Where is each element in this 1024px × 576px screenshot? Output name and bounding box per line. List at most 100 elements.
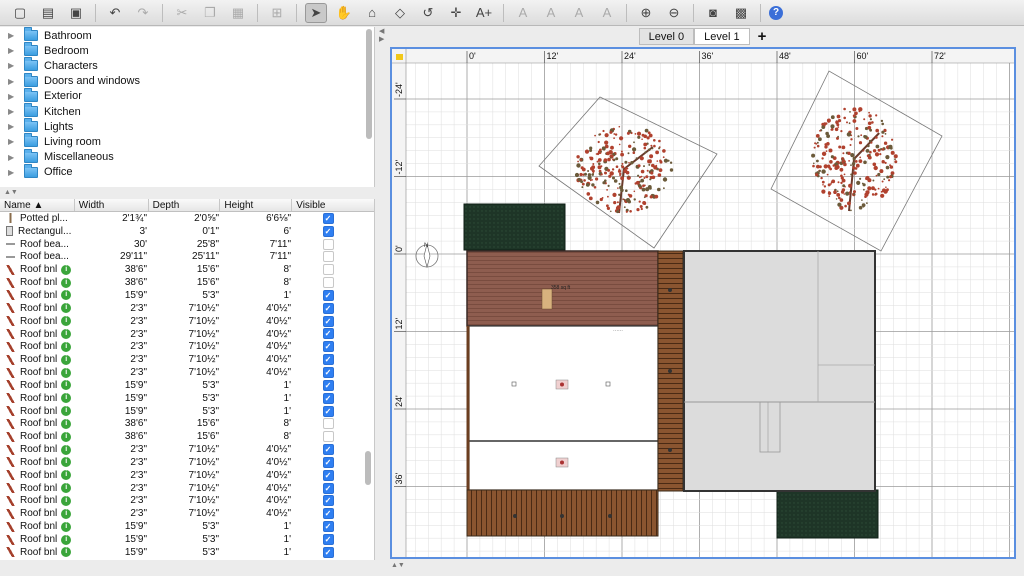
create-walls-icon[interactable]: ⌂ bbox=[361, 3, 383, 23]
visible-checkbox[interactable]: ✓ bbox=[322, 469, 334, 481]
visible-checkbox[interactable] bbox=[322, 431, 334, 443]
table-row[interactable]: Roof bnl i 2'3" 7'10½" 4'0½" ✓ bbox=[0, 456, 374, 469]
visible-checkbox[interactable]: ✓ bbox=[322, 392, 334, 404]
catalog-category-characters[interactable]: ▶ Characters bbox=[0, 57, 374, 73]
tab-level-0[interactable]: Level 0 bbox=[638, 28, 695, 45]
table-row[interactable]: Roof bnl i 15'9" 5'3" 1' ✓ bbox=[0, 379, 374, 392]
horizontal-split-handle[interactable]: ▲▼ bbox=[0, 188, 376, 198]
deck-bottom[interactable] bbox=[466, 489, 659, 537]
table-row[interactable]: Roof bnl i 15'9" 5'3" 1' ✓ bbox=[0, 533, 374, 546]
text-increase-icon[interactable]: A bbox=[540, 3, 562, 23]
right-building[interactable] bbox=[683, 250, 876, 492]
expand-arrow-icon[interactable]: ▶ bbox=[8, 77, 20, 86]
expand-arrow-icon[interactable]: ▶ bbox=[8, 122, 20, 131]
catalog-category-office[interactable]: ▶ Office bbox=[0, 163, 374, 180]
catalog-category-kitchen[interactable]: ▶ Kitchen bbox=[0, 103, 374, 119]
hedge-top-left[interactable] bbox=[463, 203, 566, 251]
visible-checkbox[interactable]: ✓ bbox=[322, 302, 334, 314]
add-text-icon[interactable]: A+ bbox=[473, 3, 495, 23]
visible-checkbox[interactable] bbox=[322, 238, 334, 250]
expand-arrow-icon[interactable]: ▶ bbox=[8, 46, 20, 55]
table-row[interactable]: Roof bnl i 15'9" 5'3" 1' ✓ bbox=[0, 520, 374, 533]
table-row[interactable]: Roof bnl i 15'9" 5'3" 1' ✓ bbox=[0, 546, 374, 559]
table-row[interactable]: Roof bnl i 2'3" 7'10½" 4'0½" ✓ bbox=[0, 366, 374, 379]
text-style-icon[interactable]: A bbox=[512, 3, 534, 23]
visible-checkbox[interactable]: ✓ bbox=[322, 533, 334, 545]
table-row[interactable]: Roof bnl i 15'9" 5'3" 1' ✓ bbox=[0, 392, 374, 405]
table-row[interactable]: Roof bnl i 2'3" 7'10½" 4'0½" ✓ bbox=[0, 469, 374, 482]
table-row[interactable]: Roof bea... 30' 25'8" 7'11" bbox=[0, 238, 374, 251]
visible-checkbox[interactable] bbox=[322, 251, 334, 263]
visible-checkbox[interactable]: ✓ bbox=[322, 225, 334, 237]
column-header-height[interactable]: Height bbox=[220, 199, 293, 211]
light-fixture-1[interactable] bbox=[555, 379, 569, 390]
table-row[interactable]: Roof bnl i 38'6" 15'6" 8' bbox=[0, 263, 374, 276]
visible-checkbox[interactable]: ✓ bbox=[322, 354, 334, 366]
bold-text-icon[interactable]: A bbox=[568, 3, 590, 23]
select-mode-icon[interactable]: ➤ bbox=[305, 2, 327, 23]
plan-view[interactable]: 0' 12' 24' 36' 48' 60' 72' -24' -12' 0' 12' 24' 36'… bbox=[390, 47, 1016, 559]
table-row[interactable]: Roof bnl i 38'6" 15'6" 8' bbox=[0, 430, 374, 443]
catalog-scrollbar[interactable] bbox=[366, 29, 372, 139]
catalog-category-bedroom[interactable]: ▶ Bedroom bbox=[0, 42, 374, 58]
visible-checkbox[interactable]: ✓ bbox=[322, 521, 334, 533]
redo-icon[interactable]: ↷ bbox=[132, 3, 154, 23]
table-row[interactable]: Roof bnl i 2'3" 7'10½" 4'0½" ✓ bbox=[0, 443, 374, 456]
furniture-scrollbar[interactable] bbox=[365, 451, 371, 485]
vertical-split-handle[interactable]: ◀ ▶ bbox=[376, 27, 388, 576]
visible-checkbox[interactable]: ✓ bbox=[322, 366, 334, 378]
column-header-depth[interactable]: Depth bbox=[149, 199, 221, 211]
expand-arrow-icon[interactable]: ▶ bbox=[8, 107, 20, 116]
add-level-button[interactable]: + bbox=[750, 28, 775, 45]
visible-checkbox[interactable]: ✓ bbox=[322, 341, 334, 353]
pan-mode-icon[interactable]: ✋ bbox=[333, 3, 355, 23]
table-row[interactable]: Roof bea... 29'11" 25'11" 7'11" bbox=[0, 251, 374, 264]
stairs[interactable] bbox=[541, 288, 553, 310]
table-row[interactable]: Roof bnl i 15'9" 5'3" 1' ✓ bbox=[0, 405, 374, 418]
catalog-category-doors-and-windows[interactable]: ▶ Doors and windows bbox=[0, 72, 374, 89]
help-icon[interactable]: ? bbox=[769, 5, 783, 20]
visible-checkbox[interactable]: ✓ bbox=[322, 444, 334, 456]
table-row[interactable]: Roof bnl i 2'3" 7'10½" 4'0½" ✓ bbox=[0, 328, 374, 341]
table-row[interactable]: Roof bnl i 2'3" 7'10½" 4'0½" ✓ bbox=[0, 353, 374, 366]
expand-arrow-icon[interactable]: ▶ bbox=[8, 31, 20, 40]
tab-level-1[interactable]: Level 1 bbox=[694, 28, 750, 45]
video-icon[interactable]: ▩ bbox=[730, 3, 752, 23]
open-icon[interactable]: ▤ bbox=[37, 3, 59, 23]
table-row[interactable]: Roof bnl i 2'3" 7'10½" 4'0½" ✓ bbox=[0, 482, 374, 495]
visible-checkbox[interactable]: ✓ bbox=[322, 212, 334, 224]
table-row[interactable]: Roof bnl i 38'6" 15'6" 8' bbox=[0, 418, 374, 431]
expand-arrow-icon[interactable]: ▶ bbox=[8, 137, 20, 146]
visible-checkbox[interactable]: ✓ bbox=[322, 546, 334, 558]
catalog-category-miscellaneous[interactable]: ▶ Miscellaneous bbox=[0, 148, 374, 165]
paste-icon[interactable]: ▦ bbox=[227, 3, 249, 23]
visible-checkbox[interactable]: ✓ bbox=[322, 482, 334, 494]
visible-checkbox[interactable]: ✓ bbox=[322, 289, 334, 301]
save-icon[interactable]: ▣ bbox=[65, 3, 87, 23]
plan-canvas[interactable]: 0' 12' 24' 36' 48' 60' 72' -24' -12' 0' 12' 24' 36'… bbox=[392, 49, 1014, 557]
expand-arrow-icon[interactable]: ▶ bbox=[8, 92, 20, 101]
visible-checkbox[interactable]: ✓ bbox=[322, 405, 334, 417]
table-row[interactable]: Roof bnl i 2'3" 7'10½" 4'0½" ✓ bbox=[0, 302, 374, 315]
italic-text-icon[interactable]: A bbox=[596, 3, 618, 23]
table-row[interactable]: Potted pl... 2'1¾" 2'0⅝" 6'6⅛" ✓ bbox=[0, 212, 374, 225]
column-header-width[interactable]: Width bbox=[75, 199, 149, 211]
visible-checkbox[interactable] bbox=[322, 418, 334, 430]
table-row[interactable]: Roof bnl i 2'3" 7'10½" 4'0½" ✓ bbox=[0, 340, 374, 353]
table-row[interactable]: Roof bnl i 38'6" 15'6" 8' bbox=[0, 276, 374, 289]
expand-arrow-icon[interactable]: ▶ bbox=[8, 61, 20, 70]
create-polylines-icon[interactable]: ↺ bbox=[417, 3, 439, 23]
create-dimensions-icon[interactable]: ✛ bbox=[445, 3, 467, 23]
visible-checkbox[interactable]: ✓ bbox=[322, 328, 334, 340]
create-rooms-icon[interactable]: ◇ bbox=[389, 3, 411, 23]
expand-arrow-icon[interactable]: ▶ bbox=[8, 153, 20, 162]
light-fixture-2[interactable] bbox=[555, 457, 569, 468]
catalog-category-bathroom[interactable]: ▶ Bathroom bbox=[0, 27, 374, 43]
tree-1[interactable] bbox=[538, 96, 718, 249]
visible-checkbox[interactable]: ✓ bbox=[322, 508, 334, 520]
table-row[interactable]: Roof bnl i 2'3" 7'10½" 4'0½" ✓ bbox=[0, 315, 374, 328]
visible-checkbox[interactable] bbox=[322, 264, 334, 276]
tree-2[interactable] bbox=[770, 70, 943, 252]
furniture-catalog-tree[interactable]: ▶ Bathroom ▶ Bedroom ▶ Characters ▶ Doors and w… bbox=[0, 27, 375, 187]
visible-checkbox[interactable]: ✓ bbox=[322, 456, 334, 468]
